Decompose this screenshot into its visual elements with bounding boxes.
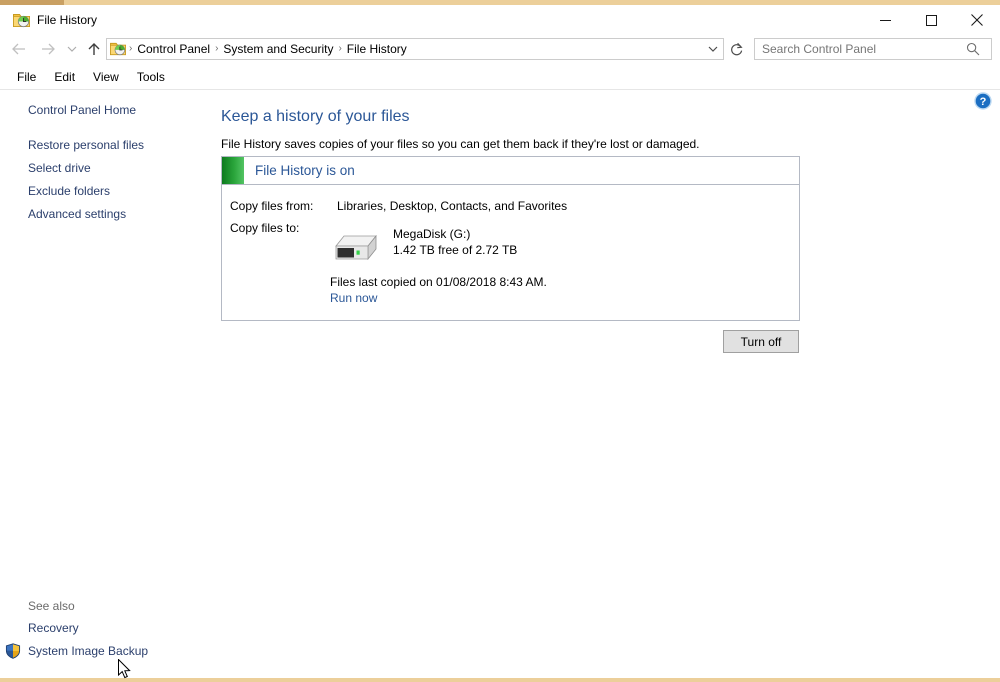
- sidebar: Control Panel Home Restore personal file…: [0, 90, 215, 677]
- file-history-status-panel: File History is on Copy files from: Libr…: [221, 156, 800, 321]
- breadcrumb-dropdown-button[interactable]: [703, 39, 723, 59]
- up-arrow-icon: [88, 42, 100, 55]
- copy-files-from-label: Copy files from:: [230, 199, 314, 213]
- turn-off-button[interactable]: Turn off: [723, 330, 799, 353]
- address-bar: › Control Panel › System and Security › …: [0, 35, 1000, 63]
- menu-item-edit[interactable]: Edit: [45, 67, 84, 87]
- refresh-icon: [731, 42, 743, 56]
- close-button[interactable]: [954, 5, 1000, 35]
- external-hard-drive-icon: [332, 233, 380, 269]
- see-also-heading: See also: [28, 599, 75, 613]
- sidebar-item-select-drive[interactable]: Select drive: [28, 161, 91, 176]
- menu-item-file[interactable]: File: [8, 67, 45, 87]
- maximize-button[interactable]: [908, 5, 954, 35]
- status-text: File History is on: [255, 162, 355, 178]
- minimize-icon: [879, 19, 891, 21]
- back-arrow-icon: [12, 43, 25, 55]
- window-title: File History: [37, 13, 98, 27]
- title-bar: File History: [0, 5, 1000, 35]
- window-bottom-border: [0, 678, 1000, 682]
- sidebar-item-advanced-settings[interactable]: Advanced settings: [28, 207, 126, 222]
- menu-item-tools[interactable]: Tools: [128, 67, 174, 87]
- status-panel-header: File History is on: [222, 157, 799, 185]
- chevron-down-icon: [67, 46, 77, 52]
- close-icon: [971, 14, 983, 26]
- menu-item-view[interactable]: View: [84, 67, 128, 87]
- last-copied-text: Files last copied on 01/08/2018 8:43 AM.: [330, 275, 547, 289]
- uac-shield-icon: [5, 643, 21, 659]
- back-button[interactable]: [6, 35, 32, 63]
- drive-free-space: 1.42 TB free of 2.72 TB: [393, 243, 518, 257]
- content-area: ? Control Panel Home Restore personal fi…: [0, 90, 1000, 677]
- search-icon: [966, 42, 980, 56]
- search-box[interactable]: [754, 38, 992, 60]
- up-button[interactable]: [81, 35, 107, 63]
- minimize-button[interactable]: [862, 5, 908, 35]
- sidebar-item-control-panel-home[interactable]: Control Panel Home: [28, 103, 136, 118]
- breadcrumb-item-file-history[interactable]: File History: [343, 39, 411, 59]
- main-pane: Keep a history of your files File Histor…: [215, 90, 1000, 677]
- file-history-icon: [110, 41, 126, 57]
- breadcrumb-item-control-panel[interactable]: Control Panel: [133, 39, 214, 59]
- breadcrumb[interactable]: › Control Panel › System and Security › …: [106, 38, 724, 60]
- window-controls: [862, 5, 1000, 35]
- page-title: Keep a history of your files: [221, 108, 410, 125]
- refresh-button[interactable]: [726, 38, 748, 60]
- sidebar-item-recovery[interactable]: Recovery: [28, 621, 79, 636]
- search-button[interactable]: [960, 42, 986, 56]
- chevron-down-icon: [708, 46, 718, 52]
- forward-arrow-icon: [42, 43, 55, 55]
- forward-button[interactable]: [35, 35, 61, 63]
- breadcrumb-item-system-and-security[interactable]: System and Security: [219, 39, 337, 59]
- sidebar-item-restore-personal-files[interactable]: Restore personal files: [28, 138, 144, 153]
- copy-files-to-label: Copy files to:: [230, 221, 300, 235]
- maximize-icon: [925, 14, 937, 26]
- sidebar-item-system-image-backup[interactable]: System Image Backup: [28, 644, 148, 659]
- drive-name: MegaDisk (G:): [393, 227, 471, 241]
- recent-locations-button[interactable]: [62, 35, 82, 63]
- file-history-icon: [13, 12, 30, 28]
- status-panel-body: Copy files from: Libraries, Desktop, Con…: [222, 185, 799, 321]
- sidebar-item-exclude-folders[interactable]: Exclude folders: [28, 184, 110, 199]
- search-input[interactable]: [755, 41, 960, 57]
- page-subtitle: File History saves copies of your files …: [221, 137, 700, 151]
- menu-bar: File Edit View Tools: [0, 66, 1000, 88]
- copy-files-from-value: Libraries, Desktop, Contacts, and Favori…: [337, 199, 568, 213]
- status-indicator: [222, 157, 244, 184]
- run-now-link[interactable]: Run now: [330, 290, 377, 306]
